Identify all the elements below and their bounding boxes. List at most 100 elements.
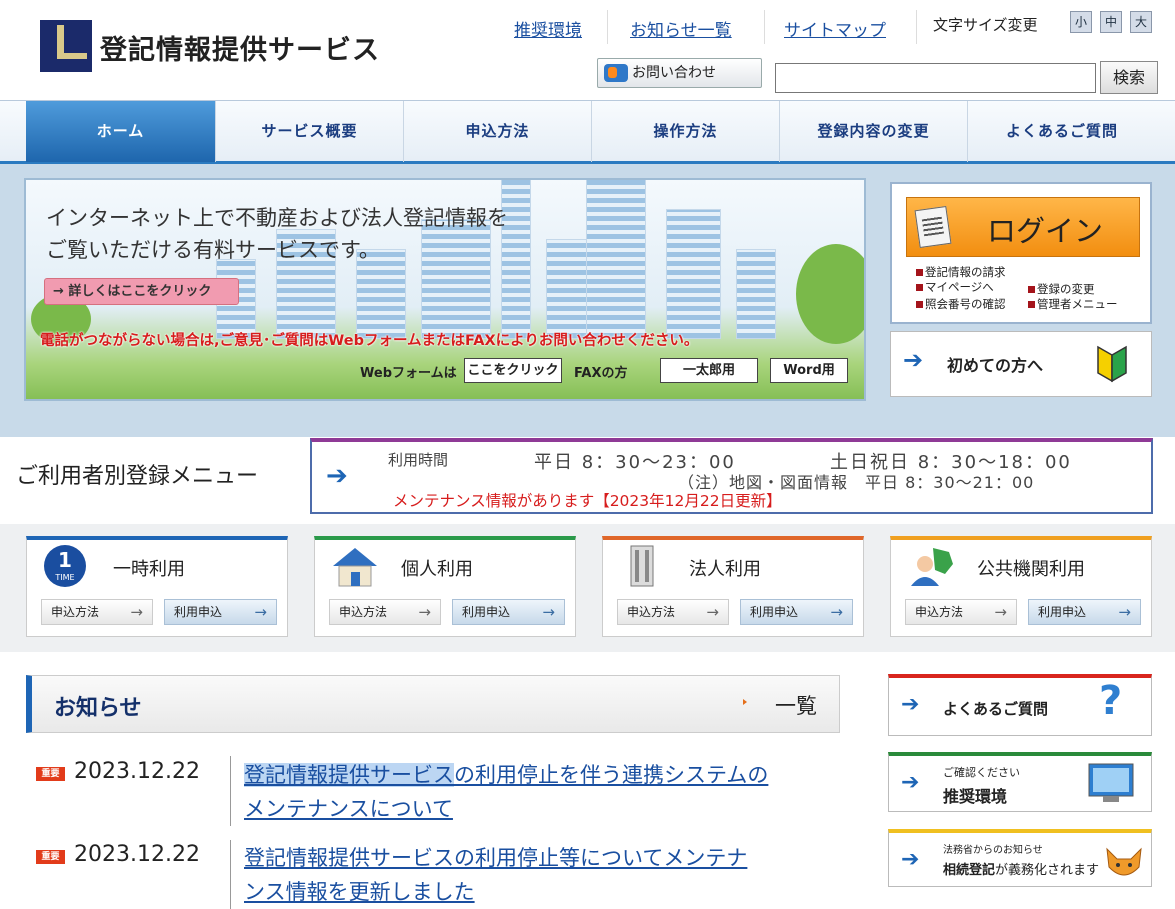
individual-apply-button[interactable]: 利用申込 → [452,599,565,625]
side-link-label-bold: 相続登記 [943,863,996,878]
banner-heading-line1: インターネット上で不動産および法人登記情報を [46,206,508,230]
web-form-label: Webフォームは [360,366,457,381]
corporate-method-button[interactable]: 申込方法 → [617,599,729,625]
method-label: 申込方法 [627,605,676,619]
font-size-small-button[interactable]: 小 [1070,11,1092,33]
login-link-request[interactable]: 登記情報の請求 [916,264,1006,280]
corporate-apply-button[interactable]: 利用申込 → [740,599,853,625]
nav-item-operation[interactable]: 操作方法 [592,101,780,162]
news-title: お知らせ [54,696,142,721]
registration-menu-title: ご利用者別登録メニュー [16,464,259,489]
arrow-right-icon: ➔ [901,847,920,872]
user-card-title: 公共機関利用 [977,559,1085,580]
font-size-label: 文字サイズ変更 [933,16,1038,34]
news-divider [230,840,231,909]
side-link-faq[interactable]: ➔ よくあるご質問 ? [888,674,1152,736]
public-agency-apply-button[interactable]: 利用申込 → [1028,599,1141,625]
arrow-right-icon: ➔ [326,461,348,491]
login-link-registration-change[interactable]: 登録の変更 [1028,281,1095,297]
arrow-right-icon: → [830,603,843,621]
header-divider [764,10,765,44]
news-item-link[interactable]: 登記情報提供サービスの利用停止等についてメンテナ ンス情報を更新しました [244,841,844,909]
header-divider [607,10,608,44]
important-badge: 重要 [36,767,65,781]
side-link-inheritance-registration[interactable]: ➔ 法務省からのお知らせ 相続登記が義務化されます [888,829,1152,887]
fox-mascot-icon [1106,847,1142,876]
font-size-large-button[interactable]: 大 [1130,11,1152,33]
document-icon [914,205,952,249]
news-item-link[interactable]: 登記情報提供サービスの利用停止を伴う連携システムの メンテナンスについて [244,758,844,826]
nav-item-application[interactable]: 申込方法 [404,101,592,162]
search-input[interactable] [775,63,1096,93]
fax-word-button[interactable]: Word用 [770,358,848,383]
news-item-line1: 登記情報提供サービスの利用停止等についてメンテナ [244,846,748,870]
login-panel: ログイン 登記情報の請求 マイページへ 登録の変更 照会番号の確認 管理者メニュ… [890,182,1152,324]
house-icon [333,548,377,587]
side-link-label: 推奨環境 [943,787,1008,806]
news-item-line2: メンテナンスについて [244,797,453,821]
arrow-right-icon: → [418,603,431,621]
one-time-method-button[interactable]: 申込方法 → [41,599,153,625]
method-label: 申込方法 [915,605,964,619]
font-size-medium-button[interactable]: 中 [1100,11,1122,33]
site-logo-icon[interactable] [40,20,92,72]
login-link-reference-number[interactable]: 照会番号の確認 [916,296,1006,312]
beginner-mark-icon [1097,345,1127,383]
maintenance-info-link[interactable]: メンテナンス情報があります【2023年12月22日更新】 [393,489,782,511]
nav-item-home[interactable]: ホーム [26,101,216,162]
arrow-right-icon: → [994,603,1007,621]
public-agency-method-button[interactable]: 申込方法 → [905,599,1017,625]
nav-item-faq[interactable]: よくあるご質問 [968,101,1156,162]
service-hours-label: 利用時間 [388,451,449,469]
arrow-right-icon: ➔ [901,770,920,795]
user-card-title: 個人利用 [401,559,473,580]
public-agency-icon [911,548,953,586]
user-card-corporate: 法人利用 申込方法 → 利用申込 → [602,536,864,637]
side-link-label: よくあるご質問 [943,700,1049,718]
side-link-label: 相続登記が義務化されます [943,859,1099,878]
user-card-public-agency: 公共機関利用 申込方法 → 利用申込 → [890,536,1152,637]
header-divider [916,10,917,44]
contact-label: お問い合わせ [632,65,716,81]
one-time-icon: 1 TIME [44,545,86,587]
fax-label: FAXの方 [574,366,628,381]
site-title[interactable]: 登記情報提供サービス [100,28,380,67]
nav-item-service-overview[interactable]: サービス概要 [216,101,404,162]
news-header: お知らせ 一覧 [26,675,840,733]
side-link-caption: 法務省からのお知らせ [943,845,1043,856]
one-time-apply-button[interactable]: 利用申込 → [164,599,277,625]
side-link-label-rest: が義務化されます [995,863,1100,878]
building-icon [630,545,654,587]
nav-item-registration-change[interactable]: 登録内容の変更 [780,101,968,162]
fax-ichitaro-button[interactable]: 一太郎用 [660,358,758,383]
banner-details-button[interactable]: → 詳しくはここをクリック [44,278,239,305]
user-card-one-time: 1 TIME 一時利用 申込方法 → 利用申込 → [26,536,288,637]
search-button[interactable]: 検索 [1100,61,1158,94]
banner-contact-notice: 電話がつながらない場合は,ご意見･ご質問はWebフォームまたはFAXによりお問い… [40,333,699,349]
top-link-sitemap[interactable]: サイトマップ [784,16,886,41]
method-label: 申込方法 [51,605,100,619]
user-card-individual: 個人利用 申込方法 → 利用申込 → [314,536,576,637]
top-link-news-list[interactable]: お知らせ一覧 [630,16,732,41]
hero-banner: インターネット上で不動産および法人登記情報を ご覧いただける有料サービスです。 … [24,178,866,401]
arrow-right-icon: ➔ [901,692,920,717]
side-link-caption: ご確認ください [943,766,1020,779]
top-link-recommended-env[interactable]: 推奨環境 [514,16,582,41]
login-link-admin-menu[interactable]: 管理者メニュー [1028,296,1118,312]
tree-illustration [796,244,864,344]
question-mark-icon: ? [1099,678,1123,724]
web-form-button[interactable]: ここをクリック [464,358,562,383]
news-item-line2: ンス情報を更新しました [244,880,475,904]
page: 登記情報提供サービス 推奨環境 お知らせ一覧 サイトマップ 文字サイズ変更 小 … [0,0,1175,909]
contact-button[interactable]: お問い合わせ [597,58,762,88]
apply-label: 利用申込 [174,605,223,619]
news-all-link[interactable]: 一覧 [775,690,817,720]
login-button[interactable]: ログイン [906,197,1140,257]
individual-method-button[interactable]: 申込方法 → [329,599,441,625]
side-link-recommended-env[interactable]: ➔ ご確認ください 推奨環境 [888,752,1152,812]
apply-label: 利用申込 [750,605,799,619]
login-link-mypage[interactable]: マイページへ [916,279,994,295]
first-time-button[interactable]: ➔ 初めての方へ [890,331,1152,397]
news-date: 2023.12.22 [74,759,200,784]
arrow-right-icon: → [706,603,719,621]
